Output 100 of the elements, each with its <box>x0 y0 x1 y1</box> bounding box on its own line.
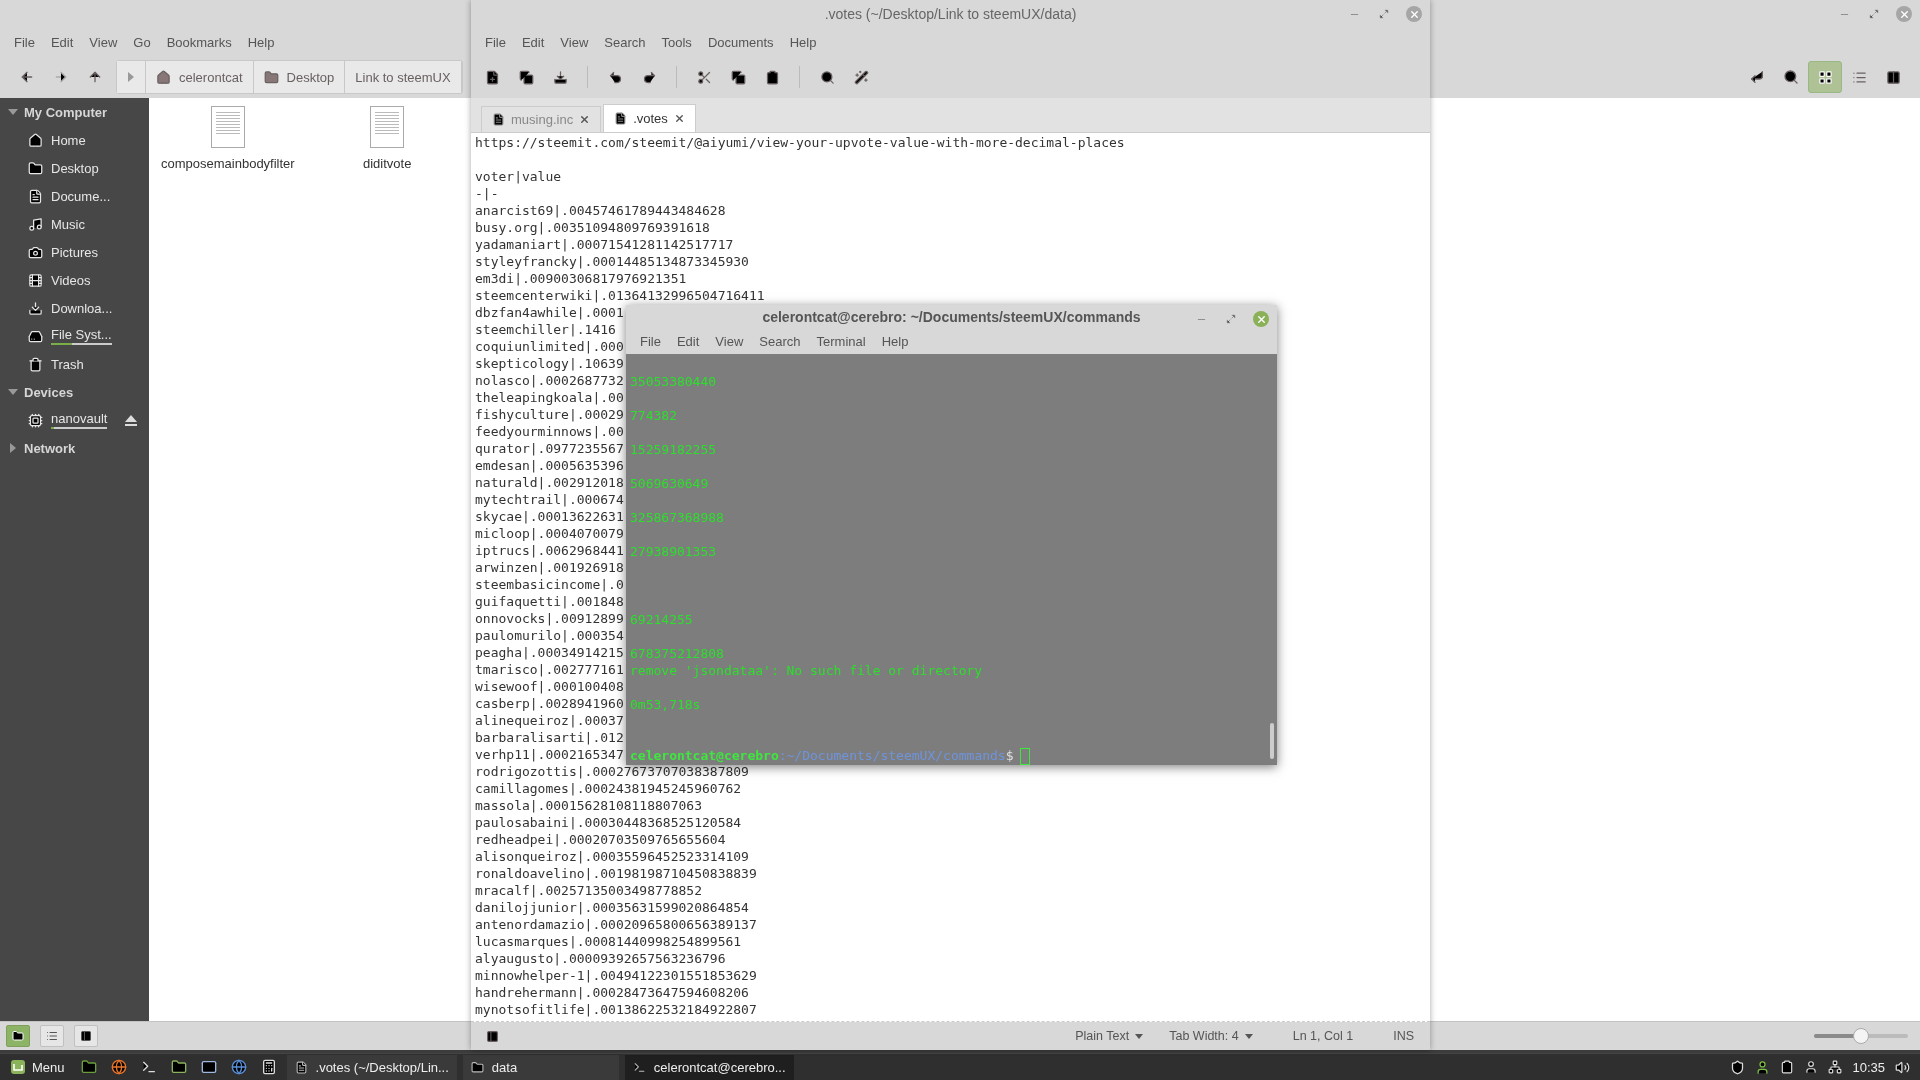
arrow-right-icon <box>53 69 69 85</box>
text-line: barbaralisarti|.012 <box>475 729 624 746</box>
search-icon <box>819 69 835 85</box>
window-button[interactable]: data <box>462 1054 619 1080</box>
text-line: steemcenterwiki|.01364132996504716411 <box>475 287 765 304</box>
terminal-line: 0m53,718s <box>630 696 701 713</box>
tab-width-dropdown[interactable]: Tab Width: 4 <box>1169 1029 1253 1043</box>
menu-item[interactable]: Help <box>239 34 283 50</box>
sidebar-item[interactable]: Pictures <box>0 238 149 266</box>
terminal-line: 69214255 <box>630 611 693 628</box>
text-line: paulosabaini|.00030448368525120584 <box>475 814 742 831</box>
terminal-icon <box>140 1059 157 1075</box>
menu-item[interactable]: Terminal <box>808 334 874 349</box>
text-line: alyaugusto|.00009392657563236796 <box>475 950 726 967</box>
terminal-output[interactable]: 35053380440 774382 15259182255 5069630649 325867368988 27938901353 69214255 678375212808 remove 'jsondataa': No such file or directory 0m53,718s celerontcat@cerebro:~/Documents/steemUX/commands$ <box>626 354 1277 765</box>
menu-item[interactable]: Go <box>125 34 159 50</box>
path-button[interactable]: Link to steemUX <box>345 61 462 93</box>
menu-item[interactable]: Help <box>781 34 825 50</box>
pane-button[interactable] <box>74 1025 98 1047</box>
close-icon <box>1408 8 1420 20</box>
document-icon <box>294 1060 308 1074</box>
text-line: skepticology|.10639 <box>475 355 624 372</box>
panel-icon <box>80 1030 92 1042</box>
enter-arrow-icon <box>1749 69 1765 85</box>
text-line: verhp11|.0002165347 <box>475 746 624 763</box>
menu-item[interactable]: Search <box>596 34 654 50</box>
maximize-icon <box>1226 314 1236 324</box>
sidebar-item[interactable]: Videos <box>0 266 149 294</box>
document-name[interactable]: diditvote <box>362 156 412 171</box>
text-line: lucasmarques|.00081440998254899561 <box>475 933 742 950</box>
file-tab[interactable]: musing.inc <box>481 106 602 132</box>
text-line: nolasco|.0002687732 <box>475 372 624 389</box>
music-icon <box>28 216 43 232</box>
sidebar-heading[interactable]: Network <box>0 434 149 462</box>
download-icon <box>28 300 43 316</box>
home-icon <box>156 69 171 85</box>
start-menu-button[interactable]: Menu <box>4 1054 71 1080</box>
text-line: danilojjunior|.00035631599020864854 <box>475 899 749 916</box>
menu-item[interactable]: Bookmarks <box>158 34 240 50</box>
sidebar-item[interactable]: nanovault <box>0 406 149 434</box>
menu-item[interactable]: File <box>632 334 669 349</box>
file-tab[interactable]: .votes <box>603 104 696 132</box>
close-icon <box>1255 313 1267 325</box>
language-dropdown[interactable]: Plain Text <box>1075 1029 1144 1043</box>
terminal-line: 325867368988 <box>630 509 724 526</box>
volume-icon <box>1895 1059 1910 1075</box>
scissors-icon <box>696 69 712 85</box>
menu-item[interactable]: Tools <box>653 34 700 50</box>
zoom-slider[interactable] <box>1814 1028 1908 1044</box>
sidebar-item[interactable]: Music <box>0 210 149 238</box>
menu-item[interactable]: File <box>6 34 43 50</box>
eject-icon[interactable] <box>125 414 138 426</box>
text-line: styleyfrancky|.00014485134873345930 <box>475 253 749 270</box>
menu-item[interactable]: View <box>707 334 752 349</box>
text-line: massola|.00015628108118807063 <box>475 797 702 814</box>
slider-thumb[interactable] <box>1853 1028 1869 1044</box>
text-line: tmarisco|.002777161 <box>475 661 624 678</box>
text-line: dbzfan4awhile|.0001 <box>475 304 624 321</box>
scrollbar-thumb[interactable] <box>1270 723 1274 759</box>
path-button[interactable]: Desktop <box>253 61 346 93</box>
text-line: camillagomes|.00024381945245960762 <box>475 780 742 797</box>
caret-icon <box>1135 1033 1144 1039</box>
caret-icon <box>8 109 18 115</box>
window-button[interactable]: celerontcat@cerebro... <box>624 1054 794 1080</box>
menu-item[interactable]: Edit <box>513 34 553 50</box>
sidebar-heading[interactable]: Devices <box>0 378 149 406</box>
menu-item[interactable]: Search <box>751 334 809 349</box>
caret-icon <box>1244 1033 1253 1039</box>
grid-view-button[interactable] <box>1808 61 1842 93</box>
menu-item[interactable]: Help <box>873 334 917 349</box>
text-line: mynotsofitlife|.00138622532184922807 <box>475 1001 757 1018</box>
camera-icon <box>28 244 43 260</box>
sidebar-item[interactable]: Trash <box>0 350 149 378</box>
menu-item[interactable]: Edit <box>42 34 82 50</box>
user-icon <box>1755 1059 1771 1075</box>
sidebar-label: nanovault <box>51 411 108 426</box>
menu-item[interactable]: Documents <box>699 34 782 50</box>
text-line: guifaquetti|.001848 <box>475 593 624 610</box>
menu-item[interactable]: View <box>552 34 597 50</box>
path-button[interactable]: celerontcat <box>146 61 254 93</box>
pane-button[interactable] <box>6 1025 30 1047</box>
text-line: steemchiller|.1416 <box>475 321 616 338</box>
window-button[interactable]: .votes (~/Desktop/Lin... <box>286 1054 457 1080</box>
sidebar-item[interactable]: Downloa... <box>0 294 149 322</box>
document-name[interactable]: composemainbodyfilter <box>161 156 295 171</box>
sidebar-item[interactable]: Home <box>0 126 149 154</box>
menu-item[interactable]: File <box>477 34 514 50</box>
user-icon <box>1804 1060 1819 1074</box>
sidebar-item[interactable]: Docume... <box>0 182 149 210</box>
terminal-line: 27938901353 <box>630 543 717 560</box>
sidebar-item[interactable]: Desktop <box>0 154 149 182</box>
pane-button[interactable] <box>40 1025 64 1047</box>
menu-item[interactable]: Edit <box>668 334 708 349</box>
menu-item[interactable]: View <box>81 34 126 50</box>
arrow-up-icon <box>87 69 103 85</box>
maximize-icon <box>1869 9 1879 19</box>
sidebar-item[interactable]: File Syst... <box>0 322 149 350</box>
sidebar-heading[interactable]: My Computer <box>0 98 149 126</box>
text-line: mytechtrail|.000674 <box>475 491 624 508</box>
trash-icon <box>28 356 43 372</box>
